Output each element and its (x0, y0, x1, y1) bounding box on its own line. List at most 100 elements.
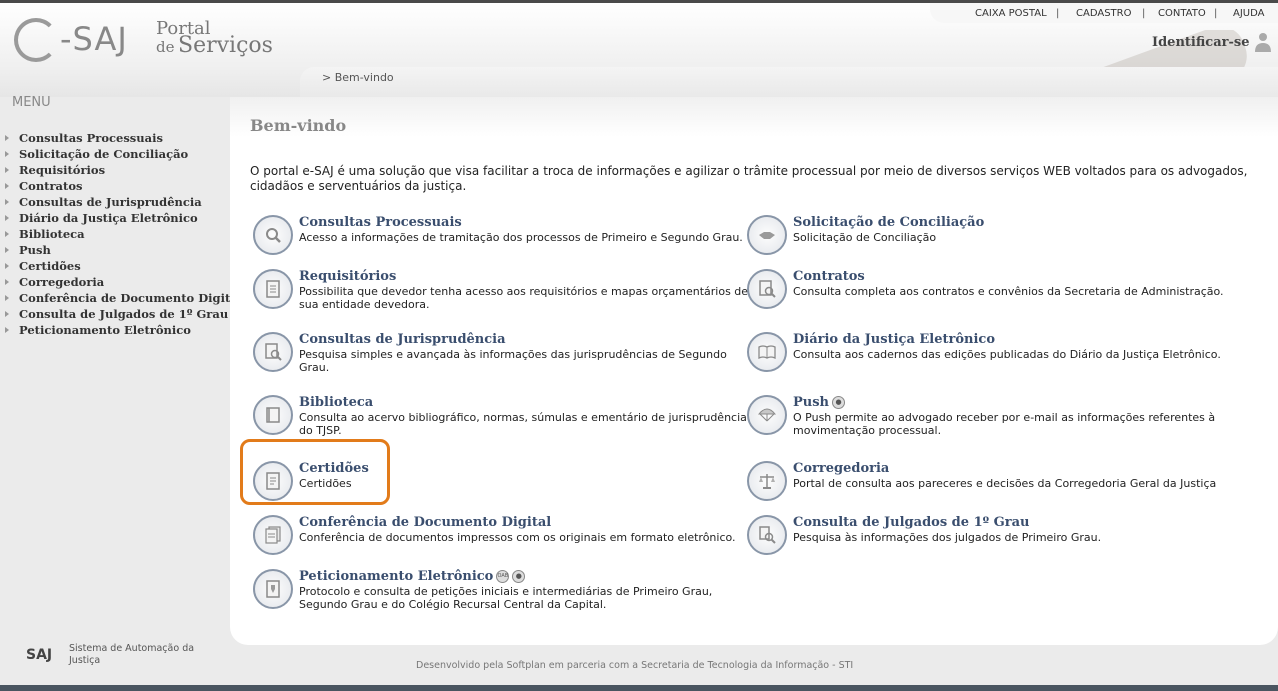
document-magnifier-icon[interactable] (747, 515, 787, 555)
sidebar-item-julgados-1-grau[interactable]: Consulta de Julgados de 1º Grau (0, 306, 230, 322)
oab-badge-icon: OAB (496, 570, 510, 583)
service-consultas-processuais[interactable]: Consultas Processuais Acesso a informaçõ… (253, 215, 743, 265)
service-title[interactable]: Requisitórios (299, 269, 396, 284)
sidebar-item-requisitorios[interactable]: Requisitórios (0, 162, 230, 178)
service-title[interactable]: Conferência de Documento Digital (299, 515, 551, 530)
service-description: Consulta aos cadernos das edições public… (793, 348, 1221, 361)
sidebar-menu: Consultas Processuais Solicitação de Con… (0, 130, 242, 338)
sidebar-item-push[interactable]: Push (0, 242, 230, 258)
logo-servicos-text: Serviços (178, 33, 273, 58)
sidebar-item-corregedoria[interactable]: Corregedoria (0, 274, 230, 290)
contract-search-icon[interactable] (747, 269, 787, 309)
service-corregedoria[interactable]: Corregedoria Portal de consulta aos pare… (747, 461, 1237, 511)
sidebar-item-solicitacao-conciliacao[interactable]: Solicitação de Conciliação (0, 146, 230, 162)
scales-icon[interactable] (747, 461, 787, 501)
contato-link[interactable]: CONTATO (1158, 8, 1206, 19)
bullet-icon (5, 183, 9, 189)
page-title: Bem-vindo (250, 116, 347, 135)
parachute-icon[interactable] (747, 395, 787, 435)
service-description: Pesquisa simples e avançada às informaçõ… (299, 348, 727, 374)
bullet-icon (5, 279, 9, 285)
service-title-text: Push (793, 395, 829, 410)
bullet-icon (5, 231, 9, 237)
sidebar-item-label: Contratos (19, 179, 83, 193)
user-badge-icon: ● (832, 396, 845, 409)
service-title[interactable]: Solicitação de Conciliação (793, 215, 984, 230)
sidebar-item-certidoes[interactable]: Certidões (0, 258, 230, 274)
service-title[interactable]: Push ● (793, 395, 845, 410)
sidebar-item-diario-justica[interactable]: Diário da Justiça Eletrônico (0, 210, 230, 226)
sidebar-item-label: Biblioteca (19, 227, 85, 241)
document-icon[interactable] (253, 269, 293, 309)
handshake-icon[interactable] (747, 215, 787, 255)
service-title[interactable]: Peticionamento Eletrônico OAB ● (299, 569, 526, 584)
service-description: Acesso a informações de tramitação dos p… (299, 231, 743, 244)
bullet-icon (5, 295, 9, 301)
topnav-separator: | (1214, 8, 1218, 19)
user-icon[interactable] (1254, 32, 1272, 52)
content-top-shade (230, 97, 1278, 137)
sidebar-item-conferencia-documento[interactable]: Conferência de Documento Digital (0, 290, 242, 306)
service-title-text: Peticionamento Eletrônico (299, 569, 494, 584)
service-title[interactable]: Diário da Justiça Eletrônico (793, 332, 995, 347)
service-title[interactable]: Biblioteca (299, 395, 373, 410)
service-description: Possibilita que devedor tenha acesso aos… (299, 285, 749, 311)
service-title[interactable]: Corregedoria (793, 461, 889, 476)
petition-icon[interactable] (253, 569, 293, 609)
sidebar-item-label: Solicitação de Conciliação (19, 147, 189, 161)
sidebar-item-label: Certidões (19, 259, 81, 273)
lock-badge-icon: ● (512, 570, 526, 583)
service-conferencia-documento[interactable]: Conferência de Documento Digital Conferê… (253, 515, 743, 565)
open-book-icon[interactable] (747, 332, 787, 372)
sidebar-item-consultas-jurisprudencia[interactable]: Consultas de Jurisprudência (0, 194, 230, 210)
sidebar-item-label: Conferência de Documento Digital (19, 291, 243, 305)
footer-saj-logo: SAJ (26, 647, 53, 663)
service-diario-justica[interactable]: Diário da Justiça Eletrônico Consulta ao… (747, 332, 1237, 382)
service-title[interactable]: Contratos (793, 269, 865, 284)
service-push[interactable]: Push ● O Push permite ao advogado receber… (747, 395, 1237, 445)
bullet-icon (5, 151, 9, 157)
sidebar-item-biblioteca[interactable]: Biblioteca (0, 226, 230, 242)
service-peticionamento[interactable]: Peticionamento Eletrônico OAB ● Protocolo … (253, 569, 743, 619)
sidebar-item-label: Corregedoria (19, 275, 105, 289)
intro-text: O portal e-SAJ é uma solução que visa fa… (250, 164, 1248, 193)
bullet-icon (5, 167, 9, 173)
esaj-logo[interactable]: -SAJ Portal de Serviços (14, 14, 284, 64)
bullet-icon (5, 247, 9, 253)
service-contratos[interactable]: Contratos Consulta completa aos contrato… (747, 269, 1237, 319)
service-description: Protocolo e consulta de petições iniciai… (299, 585, 713, 611)
sidebar-item-label: Consulta de Julgados de 1º Grau (19, 307, 229, 321)
cadastro-link[interactable]: CADASTRO (1076, 8, 1131, 19)
service-solicitacao-conciliacao[interactable]: Solicitação de Conciliação Solicitação d… (747, 215, 1237, 265)
footer-system-name: Sistema de Automação da Justiça (69, 643, 195, 666)
service-consultas-jurisprudencia[interactable]: Consultas de Jurisprudência Pesquisa sim… (253, 332, 743, 382)
sidebar-item-label: Consultas de Jurisprudência (19, 195, 202, 209)
service-title[interactable]: Consulta de Julgados de 1º Grau (793, 515, 1029, 530)
service-description: Solicitação de Conciliação (793, 231, 937, 244)
stacked-documents-icon[interactable] (253, 515, 293, 555)
magnifier-icon[interactable] (253, 215, 293, 255)
identify-link[interactable]: Identificar-se (1152, 35, 1249, 50)
service-requisitorios[interactable]: Requisitórios Possibilita que devedor te… (253, 269, 748, 319)
logo-de-text: de (156, 38, 175, 56)
service-title[interactable]: Consultas de Jurisprudência (299, 332, 506, 347)
menu-title: MENU (12, 95, 51, 110)
sidebar-item-peticionamento[interactable]: Peticionamento Eletrônico (0, 322, 230, 338)
caixa-postal-link[interactable]: CAIXA POSTAL (975, 8, 1047, 19)
service-biblioteca[interactable]: Biblioteca Consulta ao acervo bibliográf… (253, 395, 747, 445)
ajuda-link[interactable]: AJUDA (1233, 8, 1264, 19)
sidebar-item-contratos[interactable]: Contratos (0, 178, 230, 194)
document-search-icon[interactable] (253, 332, 293, 372)
book-icon[interactable] (253, 395, 293, 435)
bullet-icon (5, 199, 9, 205)
logo-ring (14, 18, 58, 62)
breadcrumb[interactable]: > Bem-vindo (322, 71, 394, 84)
sidebar-item-label: Requisitórios (19, 163, 106, 177)
sidebar-item-label: Consultas Processuais (19, 131, 163, 145)
sidebar-item-consultas-processuais[interactable]: Consultas Processuais (0, 130, 230, 146)
certidoes-highlight-outline (240, 439, 390, 505)
bullet-icon (5, 327, 9, 333)
service-description: Pesquisa às informações dos julgados de … (793, 531, 1102, 544)
service-title[interactable]: Consultas Processuais (299, 215, 462, 230)
service-julgados-1-grau[interactable]: Consulta de Julgados de 1º Grau Pesquisa… (747, 515, 1237, 565)
